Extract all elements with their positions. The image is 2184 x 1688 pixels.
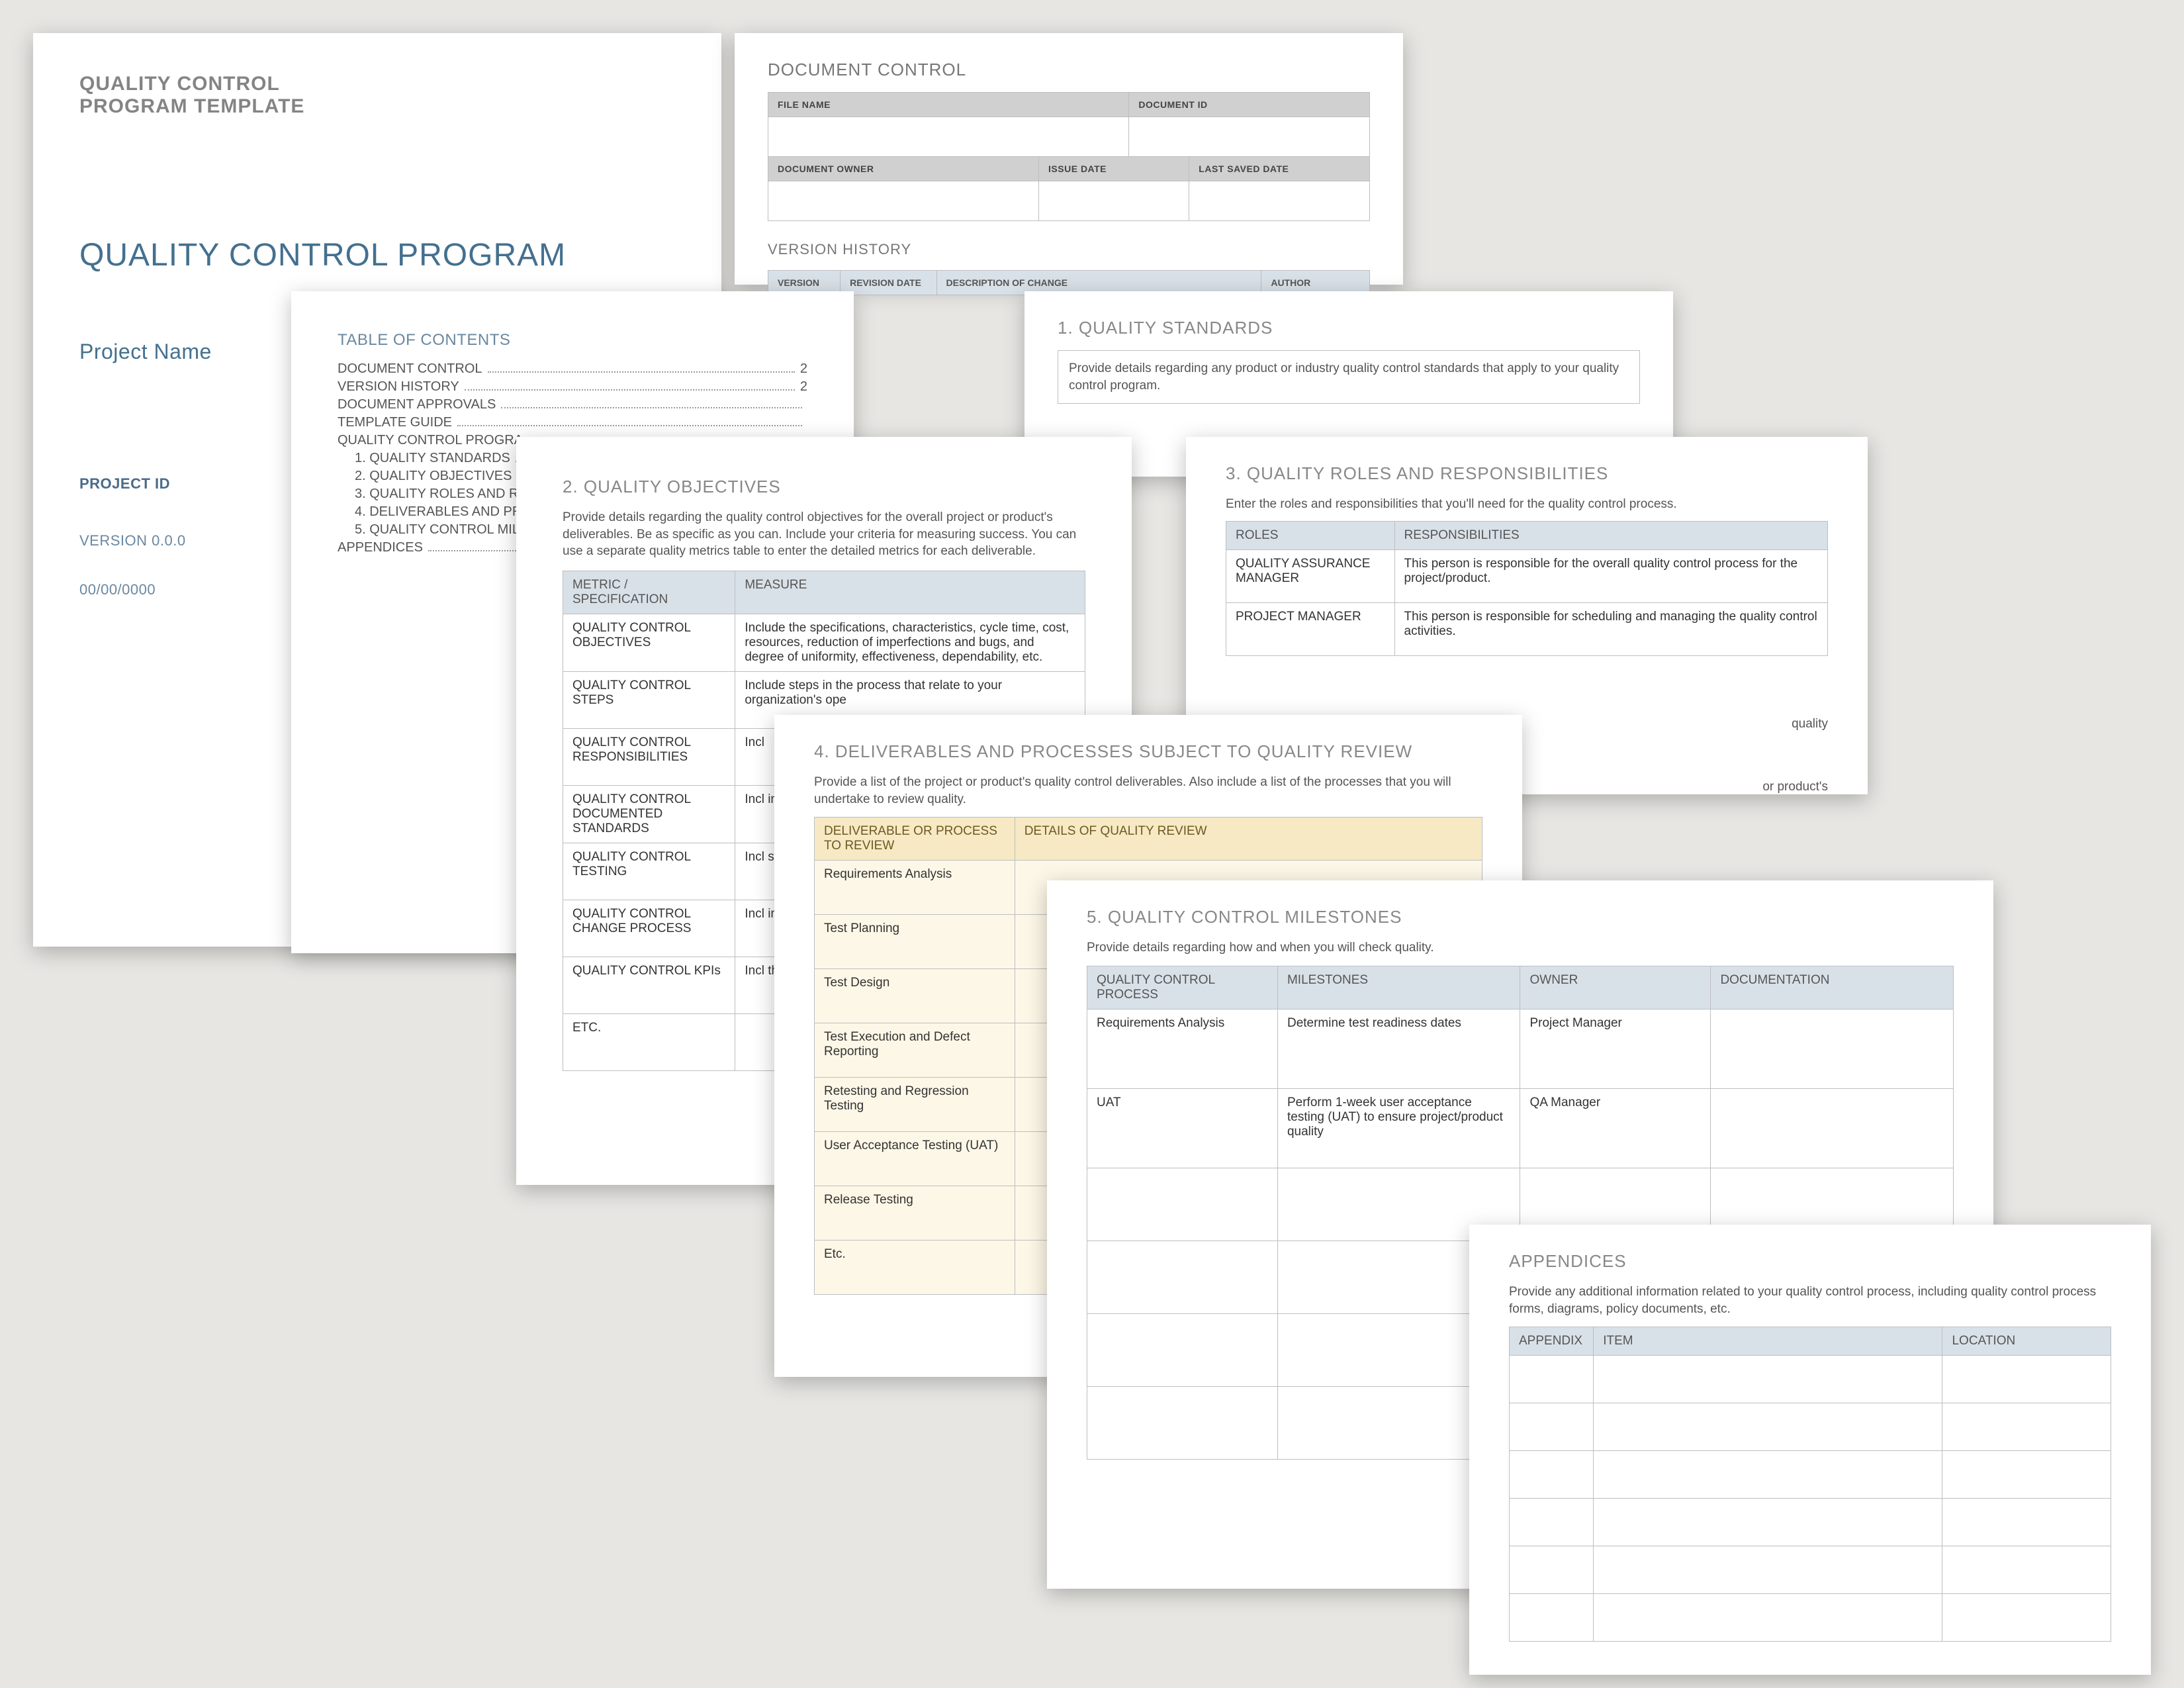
- template-title-line1: QUALITY CONTROL: [79, 73, 675, 95]
- version-history-title: VERSION HISTORY: [768, 241, 1370, 258]
- table-row: Requirements AnalysisDetermine test read…: [1087, 1009, 1954, 1088]
- table-row: [1510, 1499, 2111, 1546]
- appx-body: Provide any additional information relat…: [1509, 1284, 2111, 1317]
- qo-body: Provide details regarding the quality co…: [563, 509, 1085, 560]
- table-row: QUALITY ASSURANCE MANAGERThis person is …: [1226, 549, 1828, 602]
- document-title: QUALITY CONTROL PROGRAM: [79, 237, 675, 273]
- roles-body: Enter the roles and responsibilities tha…: [1226, 496, 1828, 513]
- table-row: [1510, 1356, 2111, 1403]
- toc-item: DOCUMENT APPROVALS: [338, 397, 807, 412]
- toc-item: VERSION HISTORY2: [338, 379, 807, 395]
- mile-body: Provide details regarding how and when y…: [1087, 939, 1954, 957]
- roles-title: 3. QUALITY ROLES AND RESPONSIBILITIES: [1226, 463, 1828, 484]
- table-row: [1510, 1403, 2111, 1451]
- qs-title: 1. QUALITY STANDARDS: [1058, 318, 1640, 338]
- table-row: [1510, 1546, 2111, 1594]
- doc-control-table-2: DOCUMENT OWNER ISSUE DATE LAST SAVED DAT…: [768, 156, 1370, 221]
- qs-body: Provide details regarding any product or…: [1058, 350, 1640, 404]
- doc-control-title: DOCUMENT CONTROL: [768, 60, 1370, 80]
- page-document-control: DOCUMENT CONTROL FILE NAME DOCUMENT ID D…: [735, 33, 1403, 285]
- toc-item: DOCUMENT CONTROL2: [338, 361, 807, 377]
- appendices-table: APPENDIX ITEM LOCATION: [1509, 1327, 2111, 1642]
- appx-title: APPENDICES: [1509, 1251, 2111, 1272]
- doc-control-table: FILE NAME DOCUMENT ID: [768, 92, 1370, 157]
- toc-title: TABLE OF CONTENTS: [338, 331, 807, 350]
- qo-title: 2. QUALITY OBJECTIVES: [563, 477, 1085, 497]
- mile-title: 5. QUALITY CONTROL MILESTONES: [1087, 907, 1954, 927]
- table-row: PROJECT MANAGERThis person is responsibl…: [1226, 602, 1828, 655]
- deliv-body: Provide a list of the project or product…: [814, 774, 1482, 808]
- toc-item: TEMPLATE GUIDE: [338, 415, 807, 430]
- table-row: [1510, 1451, 2111, 1499]
- table-row: QUALITY CONTROL OBJECTIVESInclude the sp…: [563, 614, 1085, 671]
- deliv-title: 4. DELIVERABLES AND PROCESSES SUBJECT TO…: [814, 741, 1482, 762]
- table-row: UATPerform 1-week user acceptance testin…: [1087, 1088, 1954, 1168]
- template-title-line2: PROGRAM TEMPLATE: [79, 95, 675, 118]
- table-row: [1510, 1594, 2111, 1642]
- page-appendices: APPENDICES Provide any additional inform…: [1469, 1225, 2151, 1675]
- roles-table: ROLES RESPONSIBILITIES QUALITY ASSURANCE…: [1226, 521, 1828, 656]
